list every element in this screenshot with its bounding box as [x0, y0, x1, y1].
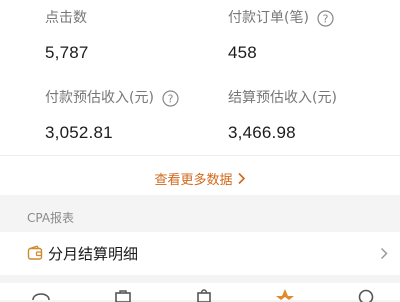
stat-paid-income: 付款预估收入(元) ? 3,052.81 — [45, 89, 179, 144]
divider — [0, 155, 400, 156]
stat-value: 3,052.81 — [45, 122, 179, 144]
stats-card: 点击数 5,787 付款订单(笔) ? 458 付款预估收入(元) ? 3,05… — [0, 0, 400, 195]
svg-text:?: ? — [168, 92, 174, 105]
stat-label-text: 点击数 — [45, 9, 87, 27]
view-more-data-link[interactable]: 查看更多数据 — [0, 166, 400, 190]
stat-label-text: 付款预估收入(元) — [45, 89, 154, 107]
stat-value: 458 — [228, 42, 334, 64]
monthly-settlement-label: 分月结算明细 — [48, 244, 138, 264]
chevron-right-icon — [237, 172, 246, 185]
stat-label: 付款订单(笔) ? — [228, 9, 334, 27]
svg-text:?: ? — [323, 12, 329, 25]
stat-value: 3,466.98 — [228, 122, 337, 144]
stat-label: 点击数 — [45, 9, 89, 27]
monthly-settlement-row[interactable]: 分月结算明细 — [0, 232, 400, 275]
help-icon[interactable]: ? — [162, 90, 179, 107]
section-title: CPA报表 — [27, 210, 74, 226]
bottom-tab-bar — [0, 283, 400, 300]
stat-clicks: 点击数 5,787 — [45, 9, 89, 64]
help-icon[interactable]: ? — [317, 10, 334, 27]
view-more-label: 查看更多数据 — [154, 169, 232, 188]
chevron-right-icon — [380, 247, 388, 260]
stat-label: 付款预估收入(元) ? — [45, 89, 179, 107]
stat-settled-income: 结算预估收入(元) 3,466.98 — [228, 89, 337, 144]
stat-label: 结算预估收入(元) — [228, 89, 337, 107]
stat-label-text: 付款订单(笔) — [228, 9, 309, 27]
stat-label-text: 结算预估收入(元) — [228, 89, 337, 107]
wallet-icon — [27, 245, 43, 261]
stat-paid-orders: 付款订单(笔) ? 458 — [228, 9, 334, 64]
stat-value: 5,787 — [45, 42, 89, 64]
